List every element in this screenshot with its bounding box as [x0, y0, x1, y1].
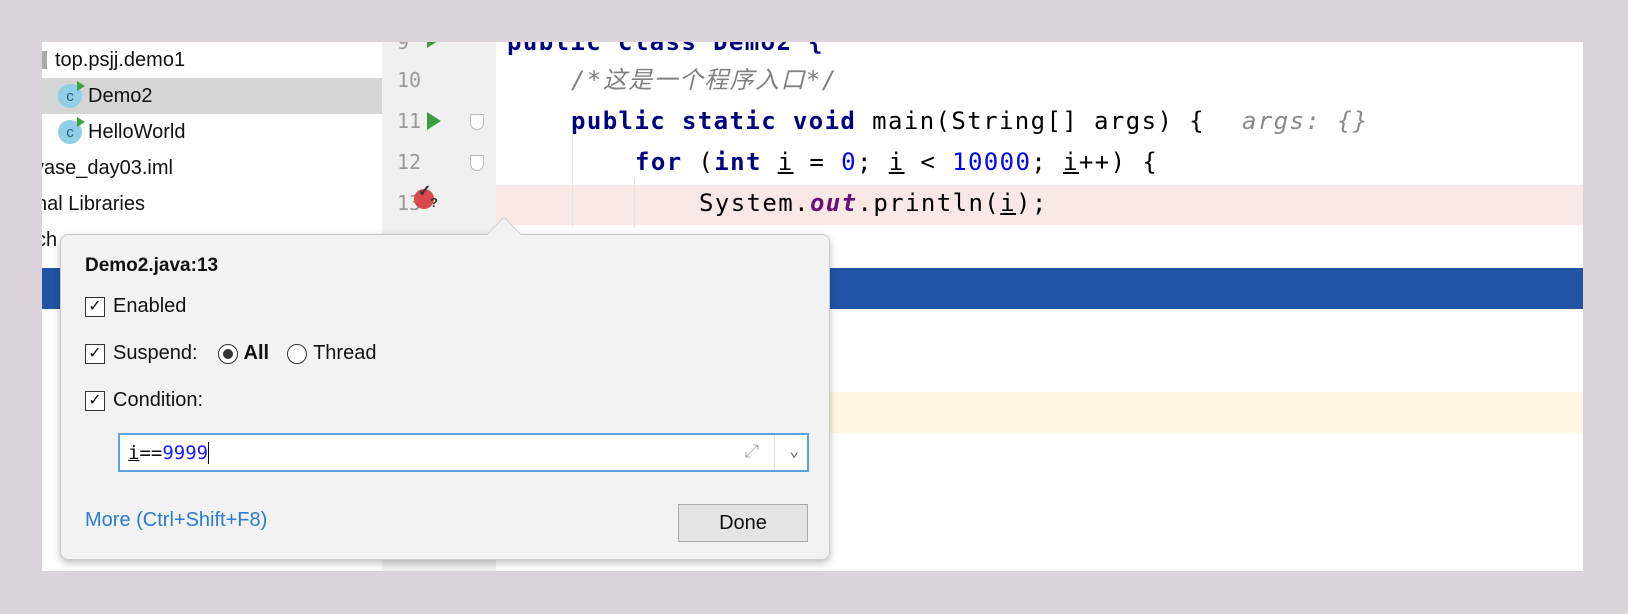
condition-operator: == [139, 441, 163, 464]
popup-title: Demo2.java:13 [85, 255, 219, 276]
tree-item-iml[interactable]: vase_day03.iml [42, 150, 173, 186]
condition-checkbox[interactable]: ✓ Condition: [85, 389, 203, 412]
suspend-checkbox[interactable]: ✓ Suspend: [85, 342, 198, 365]
code-text: ++) { [1078, 148, 1159, 176]
code-text: ); [1016, 189, 1048, 217]
popup-pointer [486, 217, 522, 235]
code-text: < [904, 148, 953, 176]
condition-variable: i [128, 441, 140, 464]
fold-icon[interactable] [470, 114, 484, 130]
radio-label: All [243, 342, 270, 364]
code-line-13[interactable]: System.out.println(i); [699, 183, 1048, 224]
tree-item-helloworld[interactable]: c HelloWorld [58, 114, 185, 150]
variable: i [1063, 148, 1079, 176]
number: 10000 [952, 148, 1032, 176]
code-text: Demo2 { [713, 42, 825, 56]
tree-label: ch [42, 228, 58, 251]
suspend-thread-radio[interactable]: Thread [287, 342, 376, 365]
tree-item-package[interactable]: top.psjj.demo1 [42, 42, 185, 78]
code-text: main(String[] args) { [872, 107, 1205, 135]
tree-item-libraries[interactable]: nal Libraries [42, 186, 145, 222]
radio-selected-icon [217, 343, 238, 364]
tree-label: HelloWorld [88, 120, 186, 143]
tree-label: nal Libraries [42, 192, 145, 215]
code-text: System. [699, 189, 810, 217]
static-field: out [809, 189, 858, 217]
code-text: ( [698, 148, 715, 176]
checkbox-label: Suspend: [113, 342, 198, 364]
radio-unselected-icon [287, 343, 308, 364]
variable: i [1000, 189, 1017, 217]
keyword: int [714, 148, 762, 176]
conditional-breakpoint-icon[interactable]: ✓ ? [414, 183, 442, 213]
expand-icon[interactable]: ⤢ [745, 441, 759, 462]
code-line-12[interactable]: for (int i = 0; i < 10000; i++) { [635, 142, 1158, 183]
fold-icon[interactable] [470, 155, 484, 171]
tree-label: vase_day03.iml [42, 156, 173, 179]
suspend-all-radio[interactable]: All [217, 342, 270, 365]
variable: i [888, 148, 905, 176]
suspend-row: ✓ Suspend: All Thread [85, 342, 376, 365]
divider [774, 435, 775, 470]
text-cursor [208, 441, 210, 464]
condition-input[interactable]: i == 9999 ⤢ ⌄ [118, 433, 809, 472]
checkbox-label: Condition: [113, 389, 204, 411]
breakpoint-popup: Demo2.java:13 ✓ Enabled ✓ Suspend: All Thr… [60, 217, 830, 560]
tree-label: Demo2 [88, 84, 153, 107]
more-link[interactable]: More (Ctrl+Shift+F8) [85, 509, 267, 532]
line-number: 10 [397, 68, 422, 92]
checkbox-label: Enabled [113, 295, 187, 317]
tree-label: top.psjj.demo1 [55, 48, 186, 71]
code-line-11[interactable]: public static void main(String[] args) { [571, 101, 1205, 142]
chevron-down-icon[interactable]: ⌄ [789, 441, 799, 460]
run-icon[interactable] [427, 112, 441, 130]
checkbox-checked-icon: ✓ [85, 390, 105, 411]
indent-guide [572, 137, 573, 227]
enabled-checkbox[interactable]: ✓ Enabled [85, 295, 186, 318]
tree-item-demo2[interactable]: c Demo2 [42, 78, 382, 114]
indent-guide [634, 178, 635, 228]
checkbox-checked-icon: ✓ [85, 296, 105, 317]
number: 0 [841, 148, 857, 176]
package-icon [42, 51, 47, 69]
keyword: for [635, 148, 683, 176]
class-icon: c [58, 81, 85, 108]
done-button[interactable]: Done [678, 504, 808, 542]
code-line-10[interactable]: /*这是一个程序入口*/ [571, 60, 838, 101]
run-icon[interactable] [427, 42, 441, 48]
code-text: .println( [857, 189, 1001, 217]
class-icon: c [58, 117, 85, 144]
condition-number: 9999 [162, 441, 209, 464]
checkbox-checked-icon: ✓ [85, 343, 105, 364]
keyword: public [507, 42, 603, 56]
variable: i [777, 148, 794, 176]
code-text: ; [856, 148, 889, 176]
radio-label: Thread [313, 342, 377, 364]
tree-item-scratches[interactable]: ch [42, 222, 57, 258]
code-text: = [793, 148, 842, 176]
keyword: public static void [571, 107, 857, 135]
inline-debug-hint: args: {} [1242, 107, 1369, 135]
line-number: 12 [397, 150, 422, 174]
keyword: class [617, 42, 698, 56]
code-text: ; [1031, 148, 1064, 176]
